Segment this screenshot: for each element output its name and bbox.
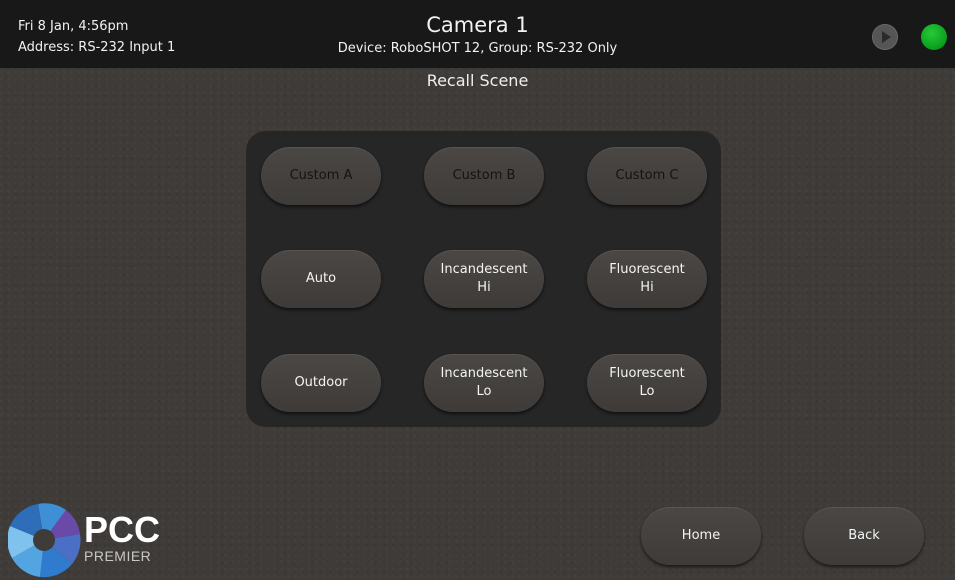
back-button[interactable]: Back xyxy=(804,507,924,565)
home-button[interactable]: Home xyxy=(641,507,761,565)
status-indicator-icon xyxy=(921,24,947,50)
scene-button-fluorescent-lo[interactable]: Fluorescent Lo xyxy=(587,354,707,412)
device-info: Device: RoboSHOT 12, Group: RS-232 Only xyxy=(337,41,618,56)
page-title: Recall Scene xyxy=(426,71,529,90)
scene-button-incandescent-hi[interactable]: Incandescent Hi xyxy=(424,250,544,308)
pcc-logo-text: PCC PREMIER xyxy=(84,509,161,565)
camera-title: Camera 1 xyxy=(426,13,529,37)
scene-button-outdoor[interactable]: Outdoor xyxy=(261,354,381,412)
scene-button-fluorescent-hi[interactable]: Fluorescent Hi xyxy=(587,250,707,308)
header-bar: Fri 8 Jan, 4:56pm Address: RS-232 Input … xyxy=(0,0,955,68)
play-icon[interactable] xyxy=(872,24,898,50)
scene-button-custom-a[interactable]: Custom A xyxy=(261,147,381,205)
header-center: Camera 1 Device: RoboSHOT 12, Group: RS-… xyxy=(0,12,955,59)
logo-tagline: PREMIER xyxy=(84,548,152,564)
logo-name: PCC xyxy=(84,509,161,550)
scene-button-incandescent-lo[interactable]: Incandescent Lo xyxy=(424,354,544,412)
scene-button-auto[interactable]: Auto xyxy=(261,250,381,308)
scene-button-custom-b[interactable]: Custom B xyxy=(424,147,544,205)
scene-button-custom-c[interactable]: Custom C xyxy=(587,147,707,205)
